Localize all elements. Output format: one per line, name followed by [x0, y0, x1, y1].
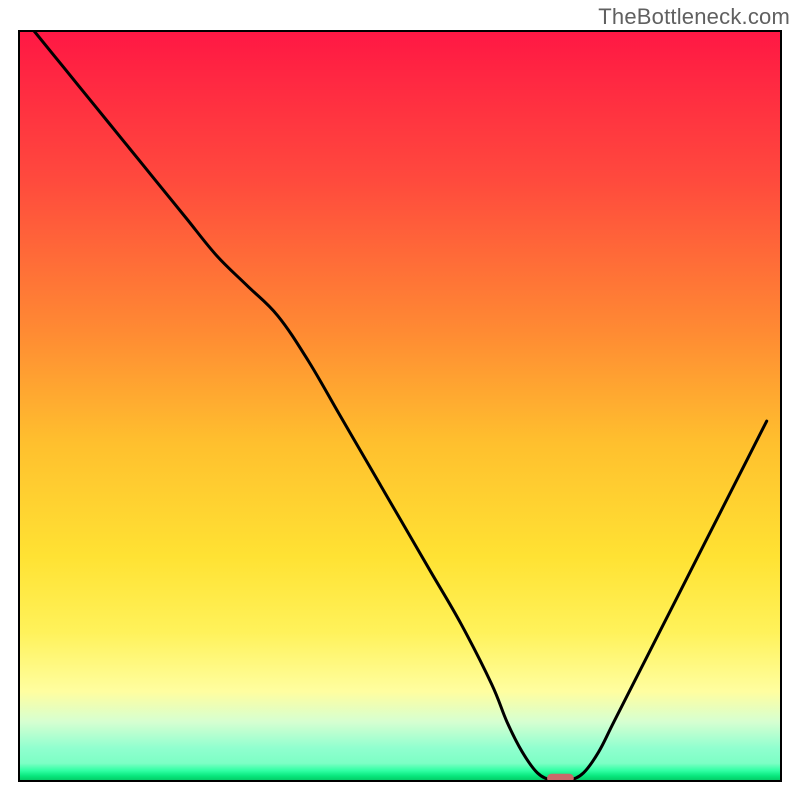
chart-container: TheBottleneck.com	[0, 0, 800, 800]
watermark-text: TheBottleneck.com	[598, 4, 790, 30]
chart-frame	[18, 30, 782, 782]
gradient-background	[18, 30, 782, 782]
chart-svg	[18, 30, 782, 782]
